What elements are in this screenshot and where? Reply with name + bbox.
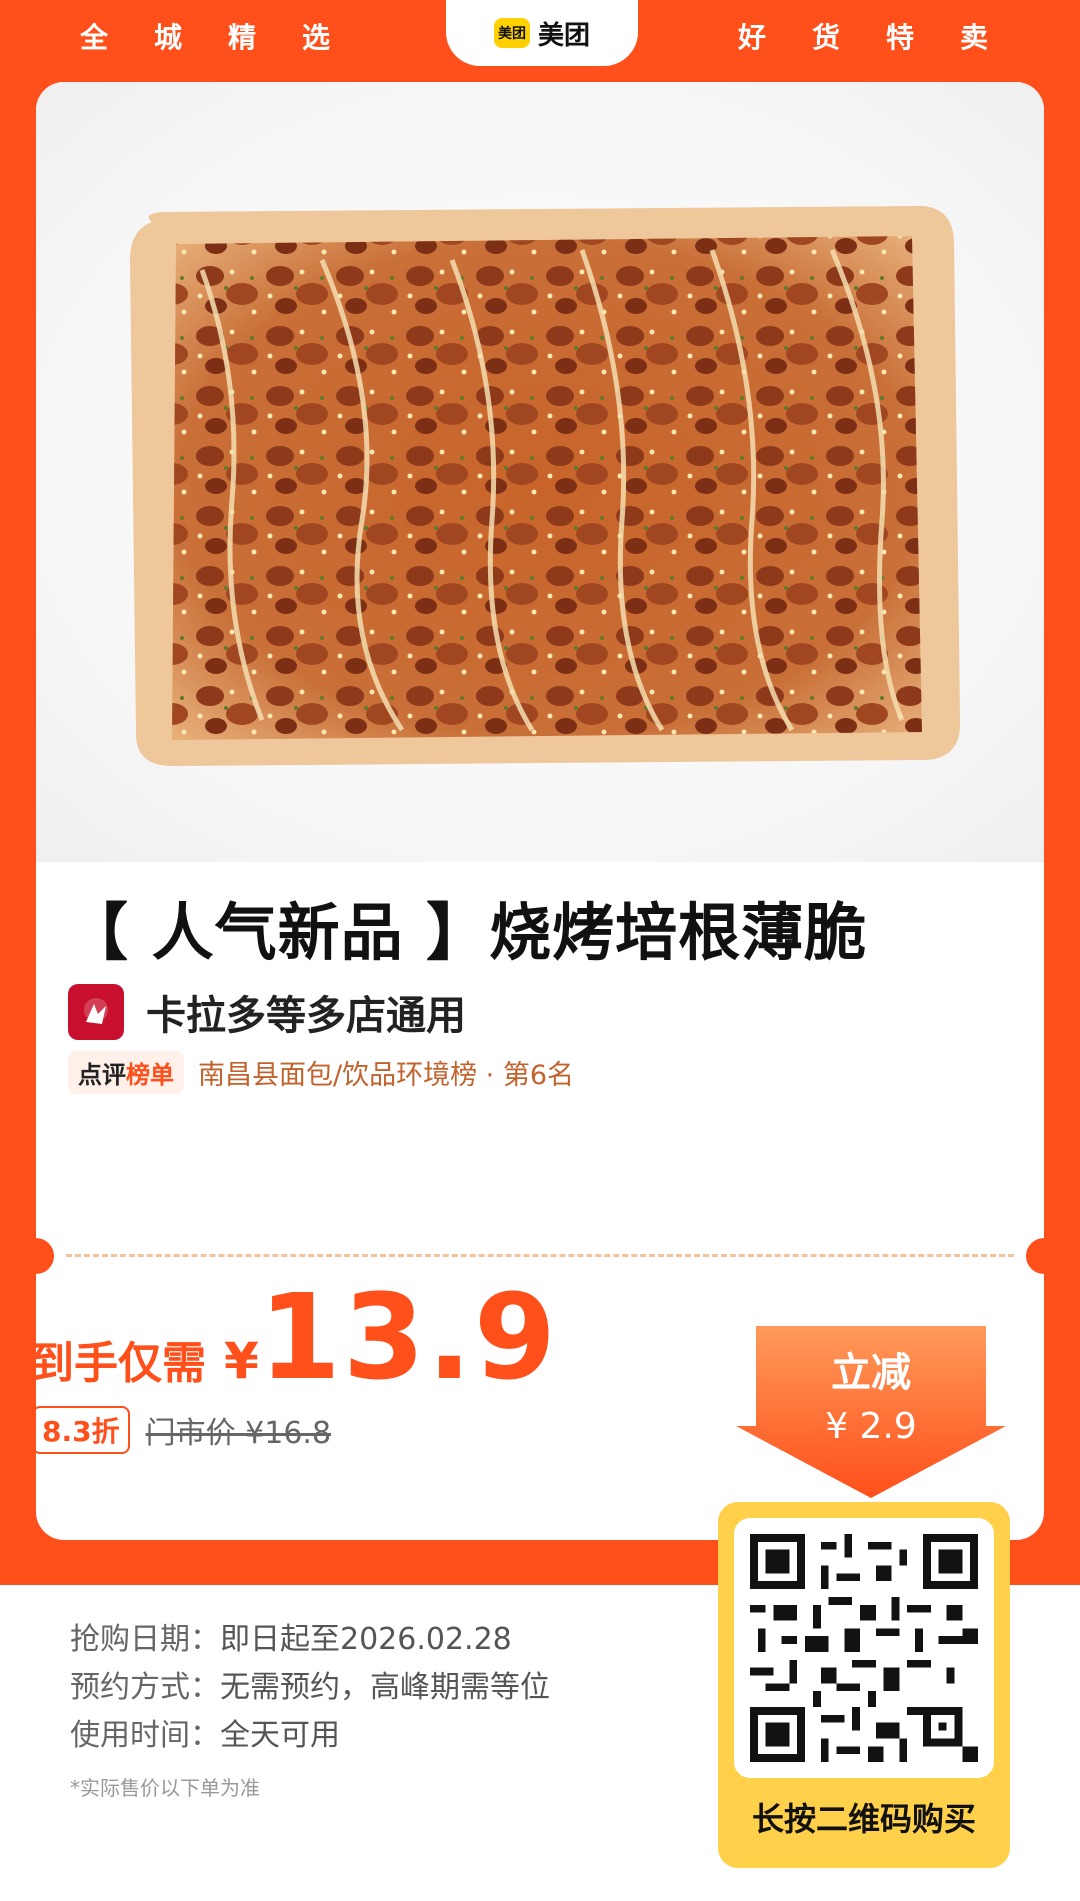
meituan-logo-text: 美团 xyxy=(537,20,590,51)
header-right-slogan: 好 货 特 卖 xyxy=(738,10,988,62)
price-sub-row: 8.3折 门市价 ¥16.8 xyxy=(32,1406,331,1454)
rank-badge-prefix: 点评 xyxy=(78,1060,126,1089)
qr-code-icon[interactable] xyxy=(734,1518,994,1778)
slogan-char: 全 xyxy=(80,21,109,54)
original-price: 门市价 ¥16.8 xyxy=(145,1416,332,1451)
discount-arrow-title: 立减 xyxy=(831,1350,911,1396)
slogan-char: 好 xyxy=(738,21,767,54)
product-title: 【 人气新品 】烧烤培根薄脆 xyxy=(66,896,868,969)
rank-badge-suffix: 榜单 xyxy=(126,1060,174,1089)
qr-panel[interactable]: 长按二维码购买 xyxy=(718,1502,1010,1868)
price-label: 到手仅需 xyxy=(30,1338,206,1389)
ticket-notch-right xyxy=(1026,1238,1062,1274)
store-row: 卡拉多等多店通用 xyxy=(68,982,466,1042)
slogan-char: 特 xyxy=(886,21,915,54)
meituan-logo: 美团 美团 xyxy=(446,0,638,66)
info-value: 即日起至2026.02.28 xyxy=(220,1622,512,1657)
slogan-char: 精 xyxy=(228,21,257,54)
slogan-char: 卖 xyxy=(960,21,989,54)
price-disclaimer: *实际售价以下单为准 xyxy=(70,1776,260,1800)
info-key: 预约方式： xyxy=(70,1670,220,1705)
info-value: 无需预约，高峰期需等位 xyxy=(220,1670,550,1705)
info-row-booking: 预约方式：无需预约，高峰期需等位 xyxy=(70,1664,550,1712)
info-row-usage-time: 使用时间：全天可用 xyxy=(70,1712,550,1760)
product-image xyxy=(36,82,1044,862)
price-symbol: ¥ xyxy=(224,1332,259,1390)
qr-label: 长按二维码购买 xyxy=(751,1800,976,1838)
price-row: 到手仅需 ¥ 13.9 xyxy=(30,1268,558,1406)
karadou-logo-icon xyxy=(68,984,124,1040)
price-value: 13.9 xyxy=(258,1268,558,1406)
rank-row: 点评榜单 南昌县面包/饮品环境榜 · 第6名 xyxy=(68,1050,574,1094)
header-left-slogan: 全 城 精 选 xyxy=(80,10,330,62)
store-name: 卡拉多等多店通用 xyxy=(146,993,466,1039)
rank-badge: 点评榜单 xyxy=(68,1050,184,1094)
rank-text[interactable]: 南昌县面包/饮品环境榜 · 第6名 xyxy=(198,1053,574,1092)
purchase-info: 抢购日期：即日起至2026.02.28 预约方式：无需预约，高峰期需等位 使用时… xyxy=(70,1616,550,1760)
slogan-char: 货 xyxy=(812,21,841,54)
info-key: 使用时间： xyxy=(70,1718,220,1753)
info-row-date: 抢购日期：即日起至2026.02.28 xyxy=(70,1616,550,1664)
dashed-divider xyxy=(66,1254,1014,1257)
discount-arrow-text: 立减 ¥ 2.9 xyxy=(736,1340,1006,1447)
bbq-bacon-flatbread-image xyxy=(130,206,961,766)
slogan-char: 选 xyxy=(302,21,331,54)
slogan-char: 城 xyxy=(154,21,183,54)
discount-arrow-amount: ¥ 2.9 xyxy=(825,1406,917,1447)
discount-tag: 8.3折 xyxy=(32,1406,130,1454)
info-value: 全天可用 xyxy=(220,1718,340,1753)
info-key: 抢购日期： xyxy=(70,1622,220,1657)
meituan-logo-badge: 美团 xyxy=(493,18,530,48)
